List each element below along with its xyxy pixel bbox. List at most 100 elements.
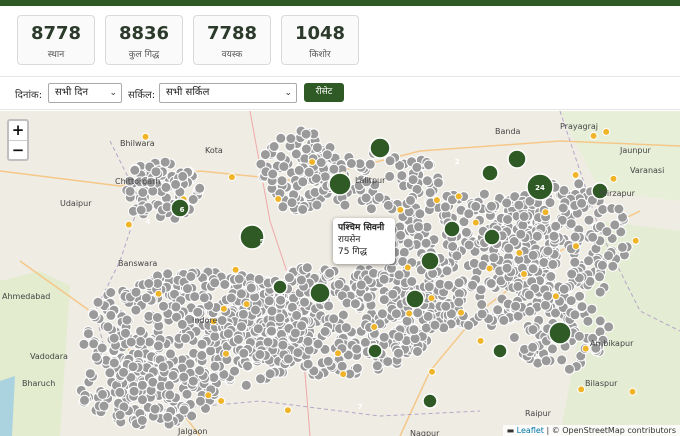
site-marker[interactable] [603, 321, 615, 333]
site-marker[interactable] [102, 321, 114, 333]
site-marker[interactable] [362, 291, 374, 303]
site-marker[interactable] [351, 343, 363, 355]
site-marker[interactable] [282, 353, 294, 365]
site-marker[interactable] [319, 171, 331, 183]
site-marker[interactable] [583, 214, 595, 226]
site-marker[interactable] [563, 363, 575, 375]
site-marker[interactable] [262, 336, 274, 348]
site-marker[interactable] [413, 221, 425, 233]
site-marker[interactable] [408, 324, 420, 336]
site-marker[interactable] [302, 358, 314, 370]
site-marker-highlight[interactable] [308, 158, 317, 166]
site-marker[interactable] [475, 284, 487, 296]
site-marker[interactable] [440, 300, 452, 312]
site-marker[interactable] [268, 141, 280, 152]
cluster-marker[interactable] [507, 149, 527, 169]
site-marker[interactable] [365, 203, 377, 215]
site-marker[interactable] [423, 159, 435, 171]
site-marker[interactable] [178, 371, 190, 383]
site-marker[interactable] [275, 294, 287, 306]
site-marker[interactable] [565, 295, 577, 307]
site-marker[interactable] [181, 388, 193, 400]
site-marker-highlight[interactable] [476, 336, 485, 345]
site-marker[interactable] [108, 357, 120, 369]
site-marker[interactable] [264, 368, 276, 380]
site-marker[interactable] [208, 372, 220, 383]
site-marker[interactable] [240, 379, 252, 391]
site-marker[interactable] [176, 318, 188, 330]
site-marker-highlight[interactable] [227, 173, 236, 182]
site-marker[interactable] [185, 271, 197, 282]
site-marker-highlight[interactable] [334, 349, 342, 358]
site-marker[interactable] [120, 327, 131, 339]
site-marker[interactable] [129, 164, 141, 176]
site-marker[interactable] [237, 308, 249, 320]
site-marker[interactable] [538, 257, 550, 268]
site-marker[interactable] [137, 394, 148, 406]
site-marker-highlight[interactable] [581, 344, 590, 353]
site-marker-highlight[interactable] [589, 131, 598, 140]
site-marker[interactable] [84, 368, 96, 380]
site-marker[interactable] [422, 310, 434, 322]
site-marker[interactable] [250, 304, 261, 316]
site-marker[interactable] [98, 400, 110, 412]
site-marker[interactable] [108, 332, 120, 344]
site-marker[interactable] [569, 231, 581, 243]
cluster-marker[interactable] [483, 228, 501, 246]
site-marker[interactable] [401, 315, 413, 327]
site-marker[interactable] [384, 170, 396, 182]
site-marker[interactable] [242, 360, 253, 372]
site-marker-highlight[interactable] [609, 174, 618, 183]
circle-select[interactable]: सभी सर्किल ⌄ [159, 83, 297, 103]
cluster-marker[interactable] [328, 172, 352, 196]
date-select[interactable]: सभी दिन ⌄ [48, 83, 122, 103]
site-marker[interactable] [360, 192, 372, 204]
site-marker[interactable] [527, 263, 539, 275]
site-marker-highlight[interactable] [602, 127, 611, 136]
site-marker[interactable] [275, 151, 287, 162]
site-marker[interactable] [266, 325, 277, 337]
site-marker-highlight[interactable] [242, 300, 251, 309]
cluster-marker[interactable] [492, 343, 508, 359]
site-marker[interactable] [566, 268, 578, 280]
cluster-marker[interactable] [420, 251, 440, 271]
site-marker[interactable] [222, 328, 234, 340]
site-marker[interactable] [486, 200, 497, 212]
site-marker[interactable] [152, 340, 164, 352]
site-marker[interactable] [349, 298, 361, 310]
site-marker-highlight[interactable] [204, 391, 213, 400]
site-marker[interactable] [235, 288, 247, 300]
site-marker-highlight[interactable] [485, 264, 494, 273]
site-marker[interactable] [395, 229, 407, 241]
site-marker[interactable] [311, 199, 323, 211]
site-marker[interactable] [398, 246, 410, 258]
site-marker[interactable] [104, 367, 116, 379]
site-marker[interactable] [157, 361, 169, 373]
leaflet-link[interactable]: Leaflet [517, 426, 544, 435]
site-marker[interactable] [501, 197, 513, 209]
site-marker[interactable] [96, 342, 108, 354]
site-marker[interactable] [135, 335, 146, 347]
site-marker[interactable] [603, 250, 614, 262]
cluster-marker[interactable] [548, 321, 572, 345]
site-marker[interactable] [79, 394, 90, 406]
site-marker[interactable] [607, 260, 619, 272]
site-marker-highlight[interactable] [432, 196, 441, 205]
site-marker[interactable] [254, 349, 266, 360]
site-marker[interactable] [411, 161, 423, 173]
site-marker[interactable] [312, 338, 324, 350]
site-marker[interactable] [485, 278, 497, 289]
site-marker[interactable] [252, 323, 264, 335]
site-marker[interactable] [406, 276, 418, 287]
site-marker[interactable] [92, 296, 104, 308]
site-marker[interactable] [266, 305, 278, 317]
site-marker[interactable] [476, 299, 488, 310]
site-marker[interactable] [255, 373, 266, 385]
reset-button[interactable]: रीसेट [304, 83, 344, 102]
site-marker[interactable] [601, 226, 613, 238]
site-marker[interactable] [147, 185, 159, 197]
site-marker[interactable] [407, 174, 419, 186]
cluster-marker[interactable] [369, 137, 391, 159]
site-marker[interactable] [170, 301, 182, 313]
site-marker[interactable] [300, 128, 312, 140]
